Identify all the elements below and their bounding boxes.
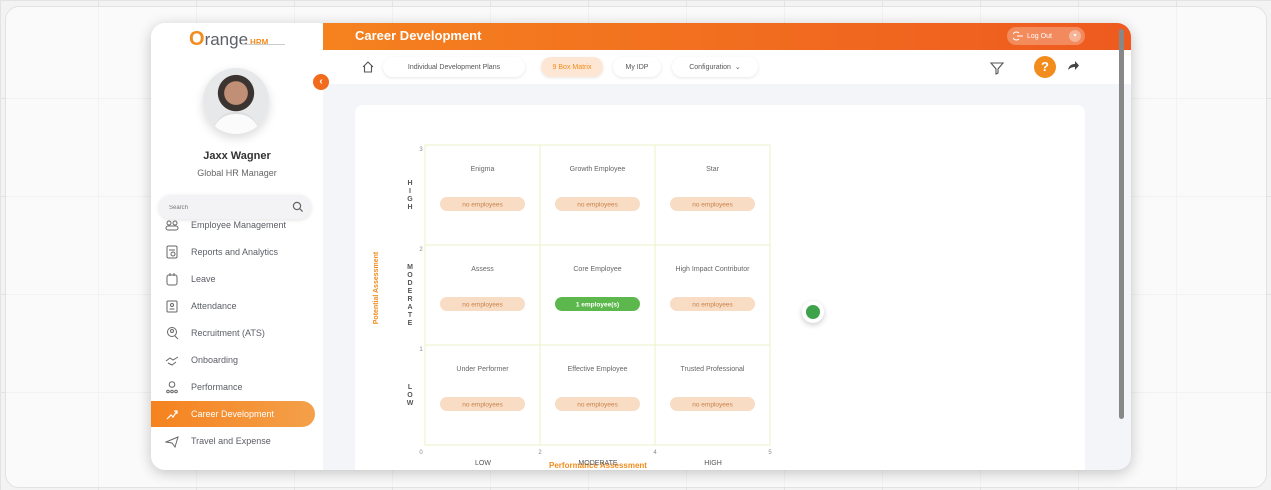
attendance-icon [166, 300, 178, 313]
matrix-cell[interactable]: Assess no employees [424, 244, 541, 346]
matrix-cell[interactable]: Enigma no employees [424, 144, 541, 246]
user-role: Global HR Manager [197, 168, 277, 178]
x-tick: 4 [653, 450, 657, 456]
x-tick: 2 [538, 450, 542, 456]
logout-button[interactable]: Log Out ▾ [1007, 27, 1085, 45]
y-tick: 1 [419, 347, 423, 353]
cell-title: Trusted Professional [681, 366, 745, 373]
sidebar-item-label: Leave [191, 274, 216, 284]
chevron-down-icon[interactable]: ▾ [1069, 30, 1081, 42]
performance-icon [166, 381, 178, 394]
cell-badge-label: no employees [577, 402, 618, 409]
app-window: Orange HRM Jaxx Wagner Global HR Manager … [151, 23, 1131, 470]
tab-my-idp[interactable]: My IDP [613, 57, 661, 77]
logout-icon [1013, 31, 1023, 41]
y-band-high: HIGH [407, 180, 413, 211]
matrix-card: Potential Assessment Performance Assessm… [355, 105, 1085, 470]
page-title: Career Development [355, 28, 482, 43]
sidebar-nav: Employee Management Reports and Analytic… [151, 220, 323, 470]
cell-title: Enigma [471, 166, 495, 173]
logo: Orange HRM [189, 28, 289, 52]
y-axis-title: Potential Assessment [373, 251, 380, 324]
sidebar-item-reports[interactable]: Reports and Analytics [151, 239, 315, 265]
user-name: Jaxx Wagner [203, 150, 271, 162]
search-icon[interactable] [292, 200, 304, 218]
leave-icon [166, 273, 178, 286]
cell-badge-label: no employees [692, 302, 733, 309]
sidebar-item-label: Recruitment (ATS) [191, 328, 265, 338]
share-icon[interactable] [1065, 58, 1081, 74]
cell-title: Growth Employee [570, 166, 626, 173]
sidebar-item-label: Performance [191, 382, 243, 392]
sidebar-item-label: Travel and Expense [191, 436, 271, 446]
sidebar-item-label: Onboarding [191, 355, 239, 365]
cell-badge-label: 1 employee(s) [576, 302, 619, 309]
scrollbar[interactable] [1119, 29, 1124, 419]
sidebar-item-attendance[interactable]: Attendance [151, 293, 315, 319]
matrix-cell[interactable]: High Impact Contributor no employees [654, 244, 771, 346]
x-band-moderate: MODERATE [578, 460, 617, 467]
y-band-moderate: MODERATE [407, 264, 413, 327]
nine-box-matrix: Potential Assessment Performance Assessm… [373, 144, 772, 470]
matrix-cell[interactable]: Trusted Professional no employees [654, 344, 771, 446]
cell-title: Effective Employee [568, 366, 628, 373]
sidebar-item-label: Career Development [191, 409, 275, 419]
sidebar: Orange HRM Jaxx Wagner Global HR Manager … [151, 23, 323, 470]
onboarding-icon [165, 356, 179, 366]
cell-badge-label: no employees [462, 402, 503, 409]
tab-configuration[interactable]: Configuration ⌄ [672, 57, 758, 77]
matrix-cell[interactable]: Effective Employee no employees [539, 344, 656, 446]
sidebar-item-employee-management[interactable]: Employee Management [151, 220, 315, 238]
cell-badge-label: no employees [462, 202, 503, 209]
cell-badge-label: no employees [577, 202, 618, 209]
y-tick: 0 [419, 450, 423, 456]
sidebar-item-label: Employee Management [191, 220, 287, 230]
chevron-down-icon: ⌄ [734, 64, 741, 71]
chat-help-button[interactable] [802, 301, 824, 323]
cell-badge-label: no employees [692, 402, 733, 409]
cell-badge-label: no employees [462, 302, 503, 309]
sidebar-item-performance[interactable]: Performance [151, 374, 315, 400]
x-band-low: LOW [475, 460, 491, 467]
cell-badge-label: no employees [692, 202, 733, 209]
matrix-cell[interactable]: Star no employees [654, 144, 771, 246]
y-tick: 2 [419, 247, 423, 253]
sidebar-search [159, 195, 311, 219]
sidebar-item-recruitment[interactable]: Recruitment (ATS) [151, 320, 315, 346]
filter-icon[interactable] [987, 58, 1007, 78]
logout-label: Log Out [1027, 32, 1052, 40]
report-icon [166, 245, 178, 259]
matrix-cell[interactable]: Under Performer no employees [424, 344, 541, 446]
sub-nav: Individual Development Plans 9 Box Matri… [323, 50, 1131, 84]
y-band-low: LOW [407, 384, 414, 407]
sidebar-item-travel[interactable]: Travel and Expense [151, 428, 315, 454]
sidebar-item-label: Attendance [191, 301, 237, 311]
cell-title: High Impact Contributor [676, 266, 751, 273]
top-bar: Career Development Log Out ▾ [323, 23, 1131, 50]
sidebar-item-career-development[interactable]: Career Development [151, 401, 315, 427]
cell-title: Under Performer [456, 366, 509, 373]
people-icon [165, 220, 179, 231]
cell-title: Assess [471, 266, 494, 273]
matrix-cell[interactable]: Core Employee 1 employee(s) [539, 244, 656, 346]
sidebar-item-onboarding[interactable]: Onboarding [151, 347, 315, 373]
sidebar-item-leave[interactable]: Leave [151, 266, 315, 292]
home-icon[interactable] [361, 60, 375, 74]
x-tick: 5 [768, 450, 772, 456]
avatar[interactable] [203, 68, 269, 134]
sidebar-item-label: Reports and Analytics [191, 247, 279, 257]
travel-icon [165, 436, 179, 448]
cell-title: Star [706, 166, 720, 173]
tab-9-box-matrix[interactable]: 9 Box Matrix [541, 57, 603, 77]
help-button[interactable]: ? [1034, 56, 1056, 78]
tab-individual-development-plans[interactable]: Individual Development Plans [383, 57, 525, 77]
y-tick: 3 [419, 147, 423, 153]
search-input[interactable] [167, 199, 291, 217]
cell-title: Core Employee [573, 266, 621, 273]
x-band-high: HIGH [704, 460, 722, 467]
matrix-cell[interactable]: Growth Employee no employees [539, 144, 656, 246]
recruitment-icon [167, 327, 179, 340]
career-icon [166, 410, 178, 420]
collapse-sidebar-button[interactable]: ‹ [313, 74, 329, 90]
